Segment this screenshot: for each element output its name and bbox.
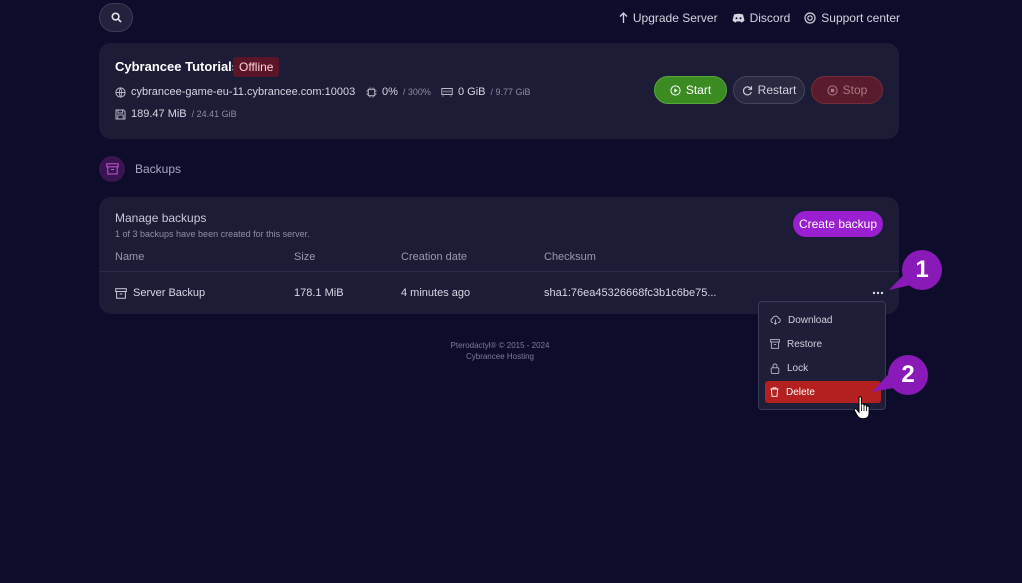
restart-button[interactable]: Restart	[733, 76, 805, 104]
search-icon	[110, 12, 122, 23]
manage-backups-subtitle: 1 of 3 backups have been created for thi…	[115, 229, 310, 239]
memory-usage: 0 GiB / 9.77 GiB	[441, 86, 531, 98]
disk-usage: 189.47 MiB / 24.41 GiB	[115, 108, 237, 120]
start-button[interactable]: Start	[654, 76, 727, 104]
create-backup-button[interactable]: Create backup	[793, 211, 883, 237]
server-address-text: cybrancee-game-eu-11.cybrancee.com:10003	[131, 86, 356, 98]
cpu-icon	[366, 87, 377, 97]
restart-icon	[742, 85, 752, 95]
lifebuoy-icon	[804, 12, 816, 24]
start-label: Start	[685, 83, 712, 97]
discord-link[interactable]: Discord	[732, 11, 791, 25]
support-center-label: Support center	[821, 11, 900, 25]
backup-name: Server Backup	[133, 287, 206, 299]
table-row: Server Backup	[115, 287, 205, 299]
menu-lock-label: Lock	[787, 362, 809, 374]
stop-label: Stop	[842, 83, 868, 97]
memory-limit: / 9.77 GiB	[490, 87, 531, 97]
search-button[interactable]	[99, 3, 133, 32]
column-creation-date: Creation date	[401, 251, 468, 263]
support-center-link[interactable]: Support center	[804, 11, 900, 25]
ellipsis-icon	[872, 291, 884, 295]
footer-hosting: Cybrancee Hosting	[465, 352, 535, 361]
menu-download-label: Download	[788, 314, 833, 326]
hand-cursor-icon	[853, 396, 871, 425]
arrow-up-icon	[619, 12, 628, 23]
menu-delete-label: Delete	[786, 386, 815, 398]
restart-label: Restart	[757, 83, 797, 97]
more-options-button[interactable]	[871, 285, 885, 295]
callout-badge-1: 1	[902, 250, 942, 290]
stop-icon	[827, 84, 838, 96]
backup-checksum: sha1:76ea45326668fc3b1c6be75...	[544, 287, 717, 299]
backups-card: Manage backups 1 of 3 backups have been …	[99, 197, 899, 314]
top-nav: Upgrade Server Discord Support center	[619, 11, 900, 25]
table-divider	[99, 271, 899, 272]
trash-icon	[770, 387, 779, 397]
upgrade-server-link[interactable]: Upgrade Server	[619, 11, 718, 25]
cpu-usage: 0% / 300%	[366, 86, 431, 98]
server-address: cybrancee-game-eu-11.cybrancee.com:10003	[115, 86, 355, 98]
memory-value: 0 GiB	[458, 86, 486, 98]
server-card: Cybrancee Tutorials Offline cybrancee-ga…	[99, 43, 899, 139]
lock-icon	[770, 363, 780, 374]
server-name: Cybrancee Tutorials	[115, 59, 240, 74]
cpu-limit: / 300%	[402, 87, 431, 97]
cloud-download-icon	[770, 315, 781, 325]
discord-icon	[732, 13, 745, 23]
callout-badge-2: 2	[888, 355, 928, 395]
footer-copyright: Pterodactyl® © 2015 - 2024	[450, 341, 550, 350]
globe-icon	[115, 86, 126, 98]
disk-limit: / 24.41 GiB	[191, 109, 237, 119]
memory-icon	[441, 88, 453, 97]
archive-icon	[99, 156, 125, 182]
column-checksum: Checksum	[544, 251, 596, 263]
backups-section-header: Backups	[99, 156, 181, 182]
column-size: Size	[294, 251, 316, 263]
menu-item-download[interactable]: Download	[765, 309, 881, 331]
save-icon	[115, 109, 126, 119]
play-icon	[670, 84, 681, 96]
stop-button[interactable]: Stop	[811, 76, 883, 104]
column-name: Name	[115, 251, 145, 263]
backup-created: 4 minutes ago	[401, 287, 471, 299]
upgrade-server-label: Upgrade Server	[632, 11, 718, 25]
discord-label: Discord	[749, 11, 791, 25]
cpu-value: 0%	[382, 86, 398, 98]
backup-size: 178.1 MiB	[294, 287, 344, 299]
disk-value: 189.47 MiB	[131, 108, 187, 120]
backups-title: Backups	[135, 162, 182, 176]
status-badge: Offline	[233, 57, 280, 77]
archive-icon	[115, 287, 127, 299]
manage-backups-title: Manage backups	[115, 211, 207, 225]
